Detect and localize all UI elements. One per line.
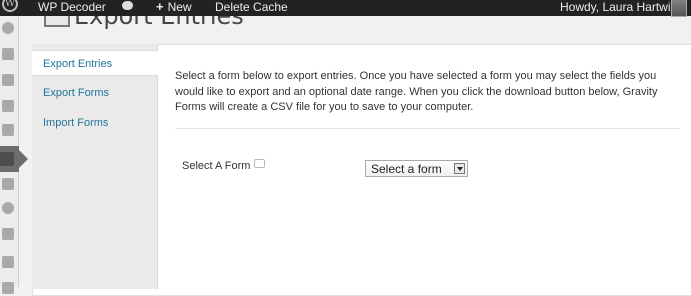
plugins-icon[interactable]	[2, 282, 14, 294]
feedback-icon[interactable]	[2, 228, 14, 240]
form-select[interactable]: Select a form	[365, 160, 468, 177]
wordpress-logo-icon[interactable]: W	[2, 0, 18, 12]
dashboard-icon[interactable]	[2, 22, 14, 34]
current-menu-arrow	[19, 150, 28, 168]
select-form-label-text: Select A Form	[182, 160, 251, 172]
appearance-icon[interactable]	[2, 256, 14, 268]
form-select-value: Select a form	[371, 162, 442, 176]
avatar[interactable]	[671, 0, 687, 17]
howdy-greeting[interactable]: Howdy, Laura Hartwig	[560, 0, 677, 16]
tab-export-entries[interactable]: Export Entries	[32, 50, 158, 76]
new-label: New	[167, 0, 192, 14]
delete-cache-link[interactable]: Delete Cache	[215, 0, 288, 16]
help-tooltip-icon[interactable]	[254, 159, 266, 168]
plus-icon: +	[156, 0, 164, 14]
comment-bubble-icon	[122, 1, 133, 10]
links-icon[interactable]	[2, 124, 14, 136]
export-description: Select a form below to export entries. O…	[175, 70, 658, 113]
forms-icon[interactable]	[0, 152, 14, 166]
select-form-label: Select A Form	[182, 159, 266, 172]
comments-link[interactable]	[122, 0, 133, 16]
media-icon[interactable]	[2, 100, 14, 112]
tab-export-forms[interactable]: Export Forms	[32, 80, 157, 106]
admin-bar: W WP Decoder + New Delete Cache Howdy, La…	[0, 0, 691, 17]
new-content-link[interactable]: + New	[156, 0, 192, 16]
site-name-link[interactable]: WP Decoder	[38, 0, 106, 16]
tab-import-forms[interactable]: Import Forms	[32, 110, 157, 136]
export-tabs: Export Entries Export Forms Import Forms	[32, 44, 158, 289]
pages-icon[interactable]	[2, 178, 14, 190]
admin-menu	[0, 16, 28, 294]
jetpack-icon[interactable]	[2, 48, 14, 60]
pin-icon[interactable]	[2, 74, 14, 86]
chevron-down-icon[interactable]	[454, 163, 465, 174]
divider	[175, 128, 680, 129]
comments-menu-icon[interactable]	[2, 202, 14, 214]
